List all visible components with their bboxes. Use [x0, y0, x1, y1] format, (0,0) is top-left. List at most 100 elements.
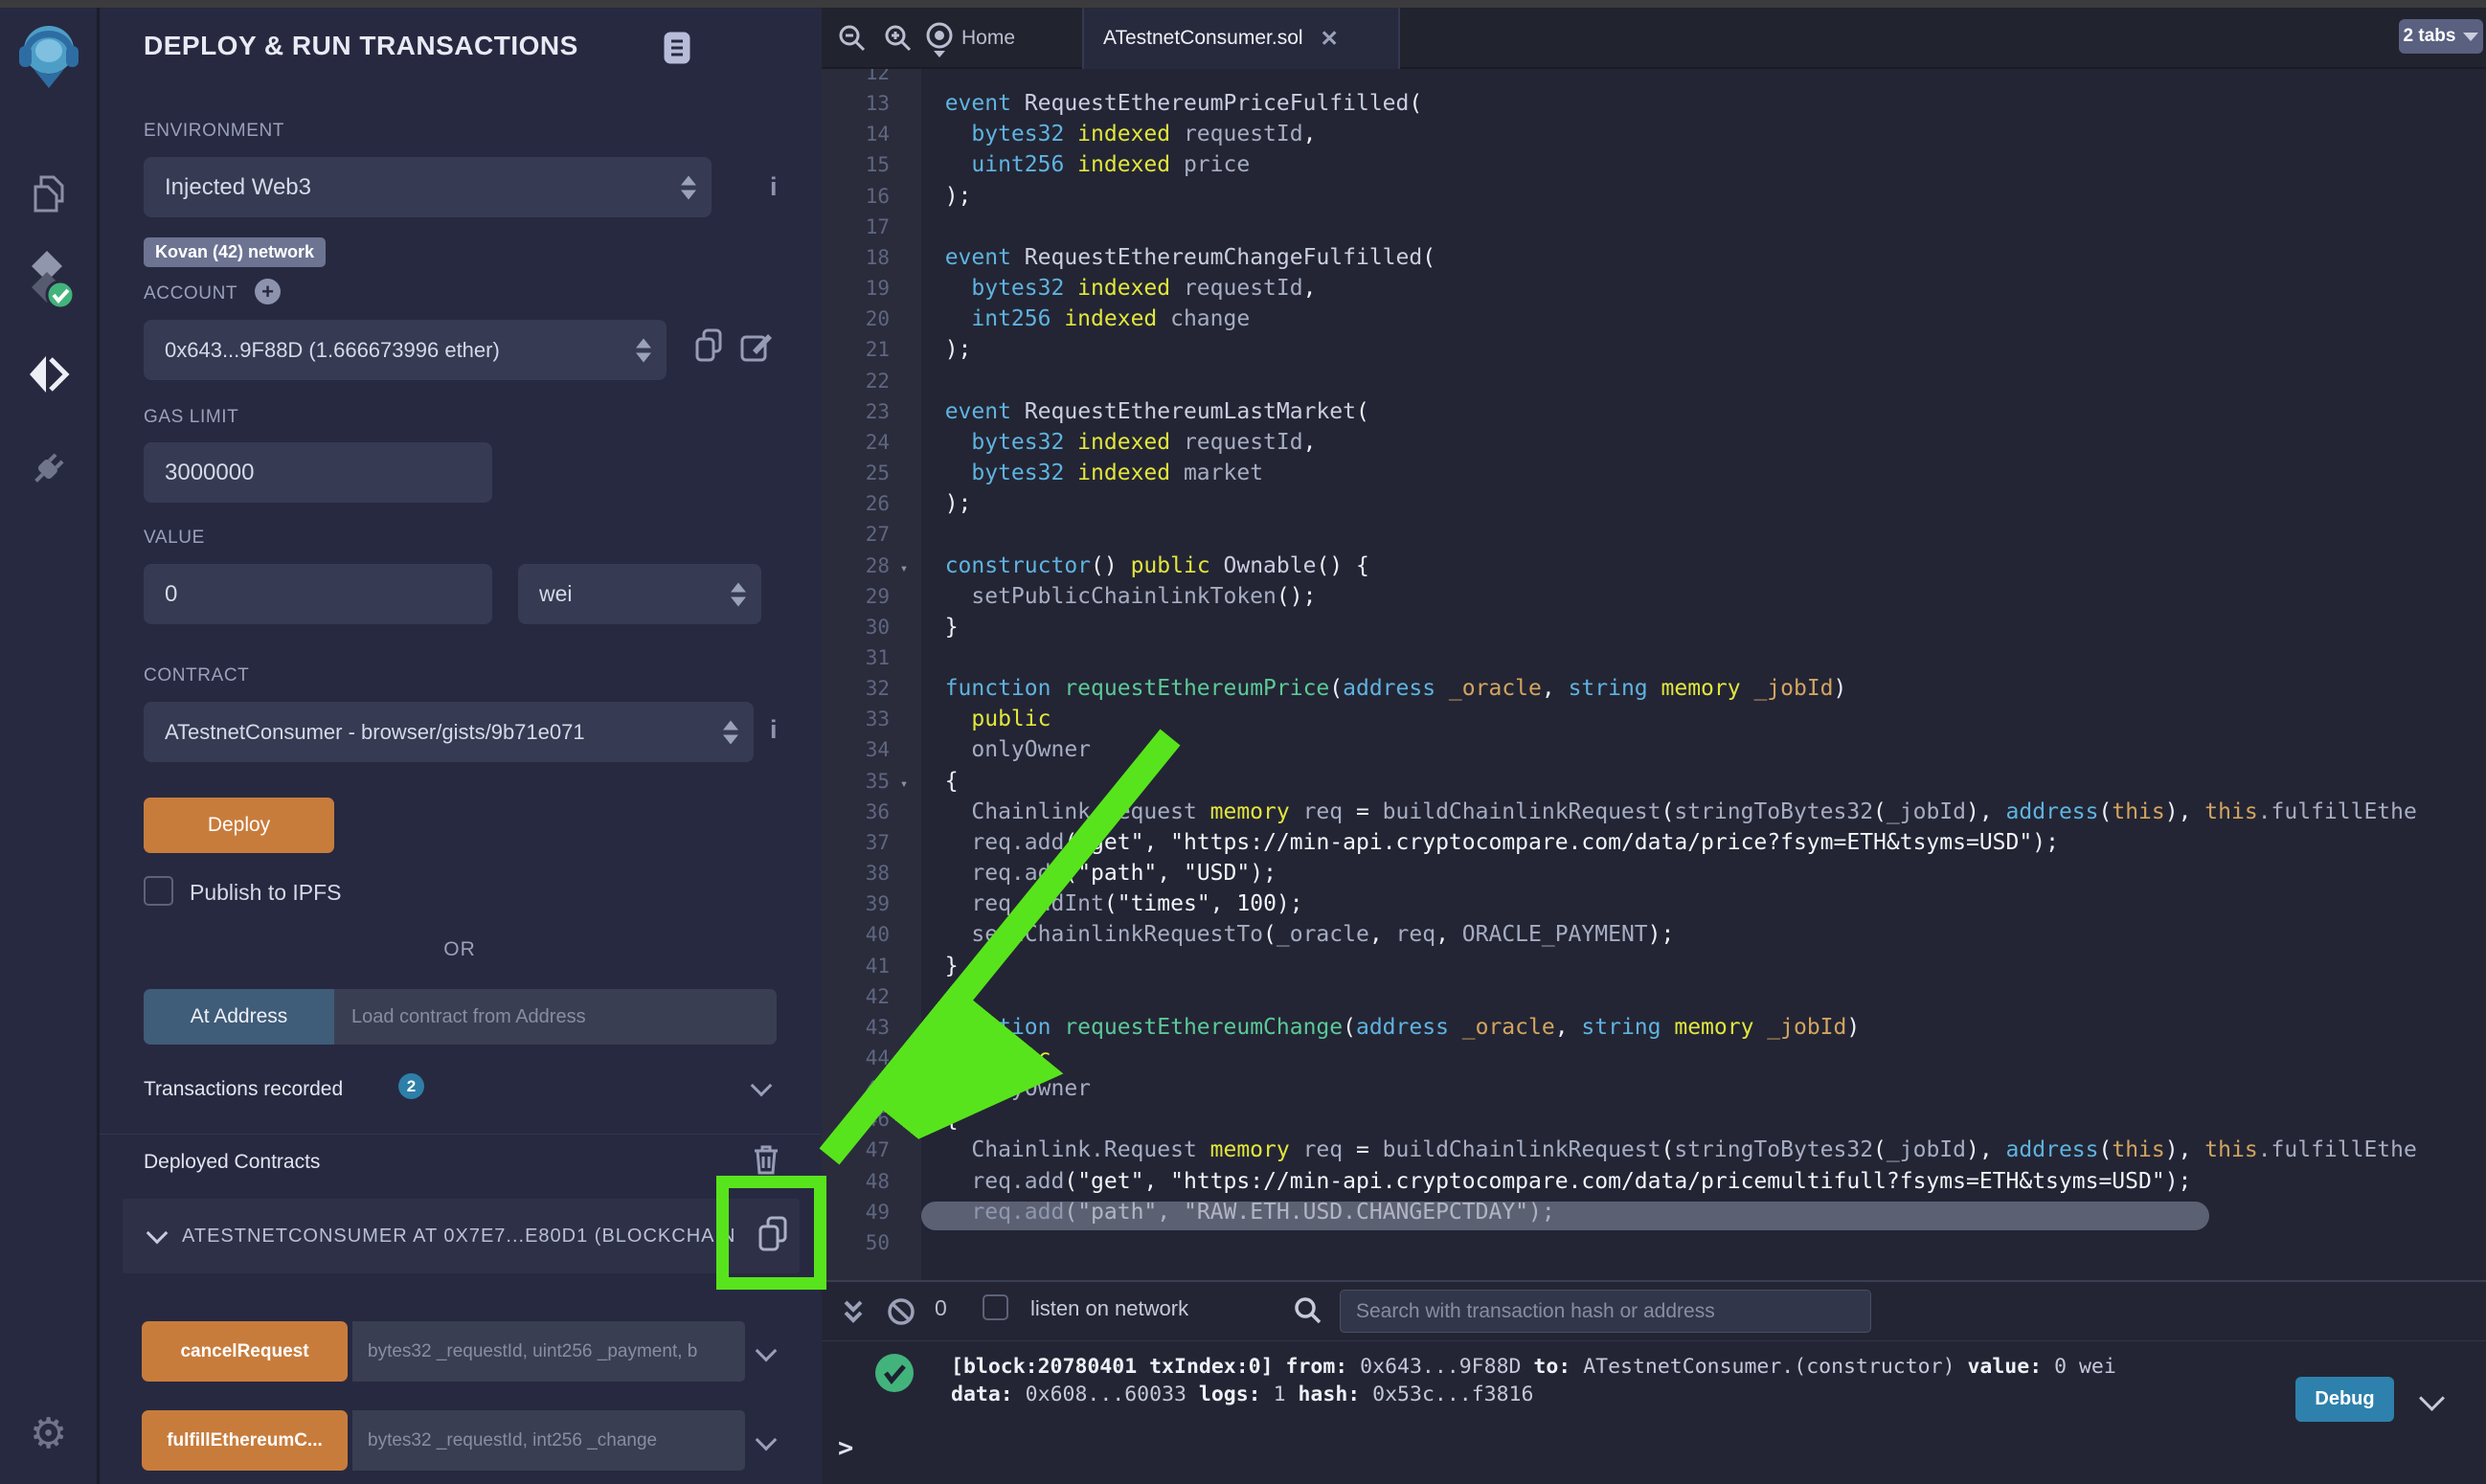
code-line[interactable]: 17	[822, 212, 2417, 242]
code-line[interactable]: 36 Chainlink.Request memory req = buildC…	[822, 797, 2417, 827]
code-line[interactable]: 12	[822, 69, 2417, 88]
horizontal-scrollbar[interactable]	[921, 1202, 2209, 1230]
value-input[interactable]: 0	[144, 564, 492, 624]
code-line[interactable]: 29 setPublicChainlinkToken();	[822, 581, 2417, 612]
code-line[interactable]: 46▾ {	[822, 1104, 2417, 1135]
environment-select[interactable]: Injected Web3	[144, 157, 712, 217]
code-line[interactable]: 13 event RequestEthereumPriceFulfilled(	[822, 88, 2417, 119]
plugin-manager-icon[interactable]	[0, 444, 97, 492]
code-line[interactable]: 19 bytes32 indexed requestId,	[822, 273, 2417, 304]
file-explorer-icon[interactable]	[0, 172, 97, 220]
deploy-run-panel: DEPLOY & RUN TRANSACTIONS ENVIRONMENT In…	[100, 8, 820, 1484]
code-line[interactable]: 31	[822, 642, 2417, 673]
chevron-down-icon[interactable]	[751, 1075, 773, 1097]
transaction-log[interactable]: [block:20780401 txIndex:0] from: 0x643..…	[951, 1353, 2116, 1408]
code-line[interactable]: 25 bytes32 indexed market	[822, 458, 2417, 488]
code-line[interactable]: 50	[822, 1227, 2417, 1258]
code-line[interactable]: 38 req.add("path", "USD");	[822, 858, 2417, 888]
zoom-out-icon[interactable]	[837, 23, 868, 58]
code-line[interactable]: 42	[822, 981, 2417, 1012]
code-line[interactable]: 16 );	[822, 181, 2417, 212]
code-line[interactable]: 20 int256 indexed change	[822, 304, 2417, 334]
code-line[interactable]: 32 function requestEthereumPrice(address…	[822, 673, 2417, 704]
terminal: 0 listen on network [block:20780401 txIn…	[822, 1280, 2486, 1484]
cancel-request-button[interactable]: cancelRequest	[142, 1321, 348, 1382]
code-line[interactable]: 37 req.add("get", "https://min-api.crypt…	[822, 827, 2417, 858]
expand-icon[interactable]	[841, 1298, 866, 1332]
settings-gear-icon[interactable]: ⚙	[0, 1413, 97, 1455]
publish-ipfs-checkbox[interactable]	[144, 876, 173, 906]
edit-icon[interactable]	[739, 329, 774, 369]
contract-select[interactable]: ATestnetConsumer - browser/gists/9b71e07…	[144, 702, 754, 762]
chevron-down-icon	[2463, 33, 2478, 41]
code-line[interactable]: 14 bytes32 indexed requestId,	[822, 119, 2417, 149]
fold-arrow-icon[interactable]: ▾	[890, 553, 918, 584]
code-line[interactable]: 43 function requestEthereumChange(addres…	[822, 1012, 2417, 1043]
environment-value: Injected Web3	[165, 174, 311, 201]
code-line[interactable]: 34 onlyOwner	[822, 734, 2417, 765]
code-line[interactable]: 30 }	[822, 612, 2417, 642]
cancel-request-params-input[interactable]	[352, 1321, 745, 1382]
code-line[interactable]: 33 public	[822, 704, 2417, 734]
info-icon[interactable]: i	[770, 715, 778, 745]
code-line[interactable]: 22	[822, 366, 2417, 396]
or-divider-label: OR	[100, 938, 820, 961]
plus-circle-icon[interactable]: +	[255, 279, 281, 304]
gas-limit-label: GAS LIMIT	[144, 407, 238, 428]
tabs-count-label: 2 tabs	[2404, 26, 2456, 47]
chevron-down-icon[interactable]	[2419, 1385, 2445, 1411]
tab-home[interactable]: Home	[961, 8, 1015, 69]
code-line[interactable]: 41 }	[822, 951, 2417, 981]
code-line[interactable]: 47 Chainlink.Request memory req = buildC…	[822, 1135, 2417, 1165]
code-line[interactable]: 24 bytes32 indexed requestId,	[822, 427, 2417, 458]
code-line[interactable]: 15 uint256 indexed price	[822, 149, 2417, 180]
fold-arrow-icon[interactable]: ▾	[890, 1107, 918, 1137]
code-line[interactable]: 23 event RequestEthereumLastMarket(	[822, 396, 2417, 427]
listen-network-checkbox[interactable]	[983, 1294, 1008, 1320]
value-unit-select[interactable]: wei	[518, 564, 761, 624]
deployed-contract-instance[interactable]: ATESTNETCONSUMER AT 0X7E7...E80D1 (BLOCK…	[123, 1199, 800, 1273]
info-icon[interactable]: i	[770, 172, 778, 202]
gas-limit-input[interactable]: 3000000	[144, 442, 492, 503]
deploy-run-icon[interactable]	[0, 350, 97, 398]
code-line[interactable]: 44 public	[822, 1043, 2417, 1073]
deploy-button[interactable]: Deploy	[144, 798, 334, 853]
tab-home-label: Home	[961, 27, 1015, 50]
block-icon[interactable]	[885, 1295, 917, 1333]
code-editor[interactable]: 1213 event RequestEthereumPriceFulfilled…	[822, 69, 2486, 1280]
code-line[interactable]: 39 req.addInt("times", 100);	[822, 888, 2417, 919]
gas-limit-value: 3000000	[165, 460, 254, 486]
fulfill-params-input[interactable]	[352, 1410, 745, 1471]
chevron-down-icon[interactable]	[147, 1223, 169, 1245]
code-lines: 1213 event RequestEthereumPriceFulfilled…	[822, 69, 2417, 1258]
account-select[interactable]: 0x643...9F88D (1.666673996 ether)	[144, 320, 667, 380]
code-line[interactable]: 45 onlyOwner	[822, 1073, 2417, 1104]
fulfill-ethereum-change-button[interactable]: fulfillEthereumC...	[142, 1410, 348, 1471]
fold-arrow-icon[interactable]: ▾	[890, 769, 918, 799]
close-icon[interactable]: ✕	[1321, 26, 1339, 52]
value-unit: wei	[539, 581, 573, 607]
code-line[interactable]: 28▾ constructor() public Ownable() {	[822, 551, 2417, 581]
tab-active-label: ATestnetConsumer.sol	[1103, 27, 1303, 50]
section-divider	[100, 1134, 820, 1135]
copy-icon[interactable]	[693, 327, 724, 369]
code-line[interactable]: 48 req.add("get", "https://min-api.crypt…	[822, 1166, 2417, 1197]
code-line[interactable]: 18 event RequestEthereumChangeFulfilled(	[822, 242, 2417, 273]
tabs-dropdown-button[interactable]: 2 tabs	[2399, 19, 2483, 54]
zoom-in-icon[interactable]	[883, 23, 914, 58]
debug-button[interactable]: Debug	[2295, 1377, 2394, 1422]
tab-active-file[interactable]: ATestnetConsumer.sol ✕	[1082, 8, 1400, 69]
code-line[interactable]: 27	[822, 519, 2417, 550]
chevron-down-icon[interactable]	[756, 1429, 778, 1451]
icon-rail: ⚙	[0, 8, 100, 1484]
code-line[interactable]: 35▾ {	[822, 766, 2417, 797]
code-line[interactable]: 26 );	[822, 488, 2417, 519]
at-address-input[interactable]	[334, 989, 777, 1045]
code-line[interactable]: 21 );	[822, 334, 2417, 365]
at-address-button[interactable]: At Address	[144, 989, 334, 1045]
chevron-down-icon[interactable]	[756, 1340, 778, 1362]
solidity-compiler-icon[interactable]	[0, 249, 97, 312]
terminal-prompt[interactable]: >	[838, 1433, 853, 1463]
transaction-search-input[interactable]	[1340, 1290, 1871, 1333]
code-line[interactable]: 40 sendChainlinkRequestTo(_oracle, req, …	[822, 919, 2417, 950]
